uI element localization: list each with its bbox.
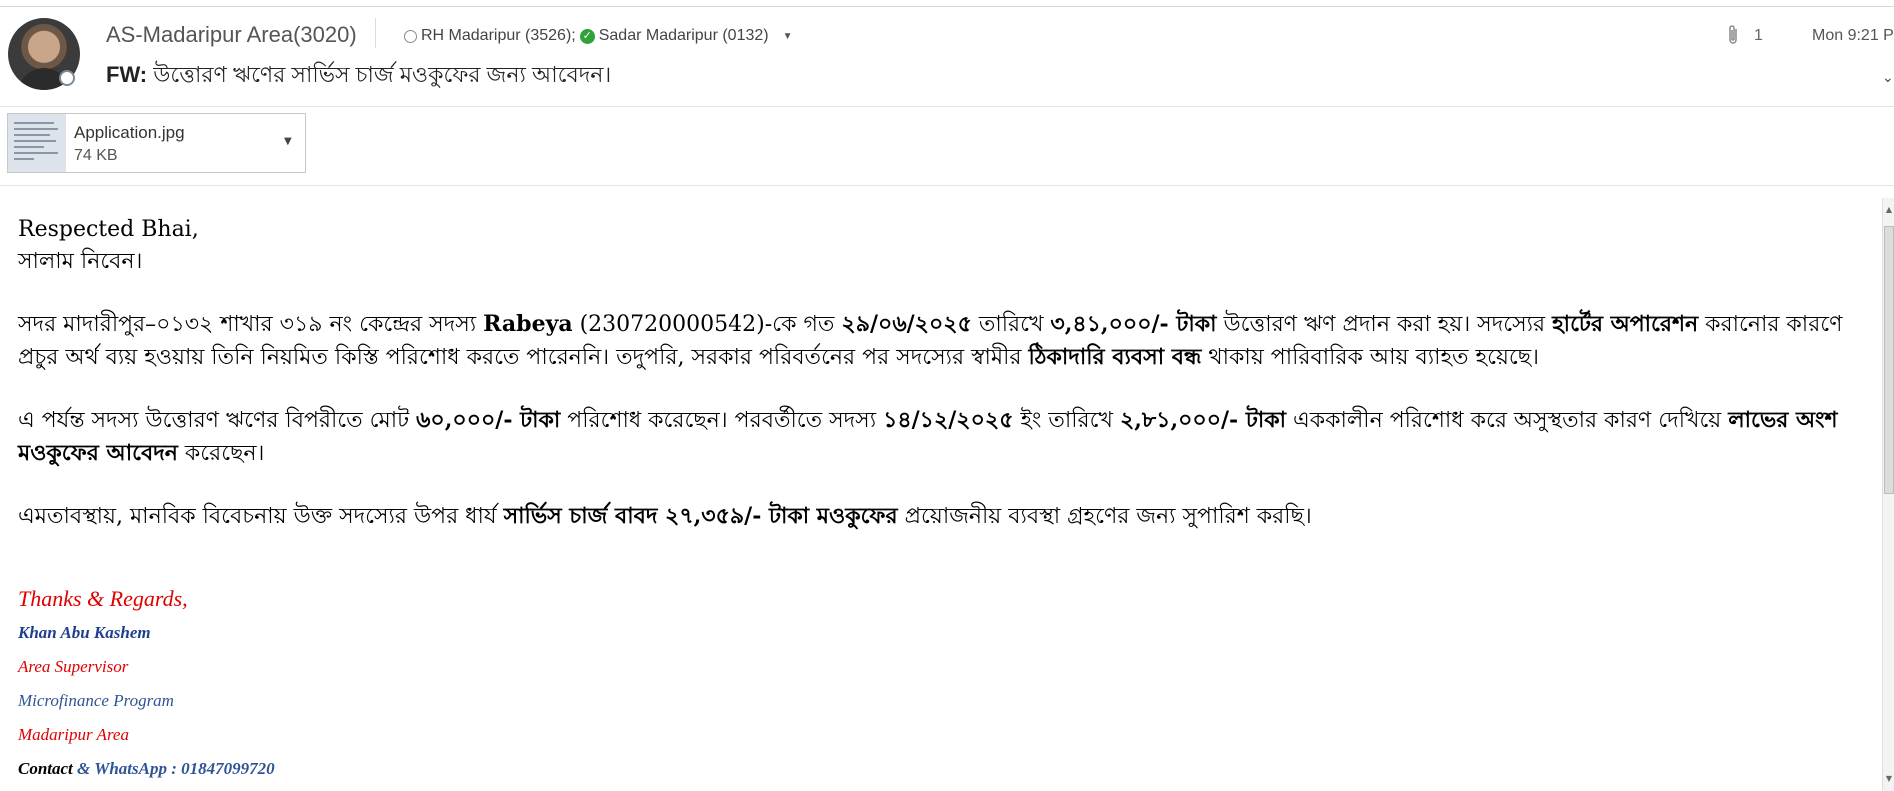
scroll-up-icon[interactable]: ▲ [1883,198,1894,222]
body-paragraph-2: এ পর্যন্ত সদস্য উত্তোরণ ঋণের বিপরীতে মোট… [18,404,1878,470]
signature-thanks: Thanks & Regards, [18,586,188,611]
signature-name: Khan Abu Kashem [18,623,151,642]
p3-segment: এমতাবস্থায়, মানবিক বিবেচনায় উক্ত সদস্য… [18,504,504,529]
chevron-down-icon[interactable]: ▼ [783,31,793,42]
recipient-2[interactable]: Sadar Madaripur (0132) [599,27,769,45]
vertical-scrollbar[interactable]: ▲ ▼ [1882,198,1894,791]
p1-segment: হার্টের অপারেশন [1552,311,1699,337]
paperclip-icon [1726,24,1740,51]
body-paragraph-1: সদর মাদারীপুর–০১৩২ শাখার ৩১৯ নং কেন্দ্রে… [18,308,1878,374]
header-divider [0,185,1894,186]
p1-segment: থাকায় পারিবারিক আয় ব্যাহত হয়েছে। [1201,345,1539,370]
signature-program: Microfinance Program [18,691,174,710]
available-status-icon: ✓ [579,28,595,44]
attachment-size: 74 KB [74,147,118,164]
recipient-list: RH Madaripur (3526); ✓ Sadar Madaripur (… [404,27,793,45]
offline-status-icon [404,29,417,43]
p3-segment: সার্ভিস চার্জ বাবদ ২৭,৩৫৯/- টাকা মওকুফের [503,503,898,529]
attachment-card[interactable]: Application.jpg 74 KB ▼ [7,113,306,173]
signature-area: Madaripur Area [18,725,129,744]
attachment-thumbnail [8,114,66,172]
attachment-name: Application.jpg [74,123,185,142]
greeting-bangla: সালাম নিবেন। [18,249,143,274]
p1-segment: Rabeya [483,311,573,337]
greeting-english: Respected Bhai, [18,217,199,242]
p1-segment: সদর মাদারীপুর–০১৩২ শাখার ৩১৯ নং কেন্দ্রে… [18,312,484,337]
signature-contact: Contact & WhatsApp : 01847099720 [18,752,275,786]
sender-name[interactable]: AS-Madaripur Area(3020) [106,22,357,48]
p2-segment: করেছেন। [177,441,265,466]
attachment-dropdown-icon[interactable]: ▼ [284,136,292,147]
p2-segment: ইং তারিখে [1013,408,1120,433]
subject-text: উত্তোরণ ঋণের সার্ভিস চার্জ মওকুফের জন্য … [153,62,612,87]
p1-segment: (230720000542)-কে গত [572,312,842,337]
received-datetime: Mon 9:21 PM [1812,27,1894,44]
p1-segment: উত্তোরণ ঋণ প্রদান করা হয়। সদস্যের [1216,312,1553,337]
p2-segment: পরিশোধ করেছেন। পরবর্তীতে সদস্য [560,408,884,433]
attachment-count: 1 [1754,27,1763,44]
p1-segment: ঠিকাদারি ব্যবসা বন্ধ [1028,344,1202,370]
presence-status-icon [59,70,75,86]
p2-segment: ১৪/১২/২০২৫ [883,407,1014,433]
p2-segment: ২,৮১,০০০/- টাকা [1119,407,1286,433]
contact-number[interactable]: & WhatsApp : 01847099720 [77,759,275,778]
email-signature: Thanks & Regards, Khan Abu Kashem Area S… [18,582,275,786]
scroll-down-icon[interactable]: ▼ [1883,767,1894,791]
scroll-thumb[interactable] [1884,226,1894,494]
email-subject: FW: উত্তোরণ ঋণের সার্ভিস চার্জ মওকুফের জ… [106,58,611,95]
p1-segment: তারিখে [971,312,1051,337]
p2-segment: এককালীন পরিশোধ করে অসুস্থতার কারণ দেখিয়… [1286,408,1729,433]
recipient-1[interactable]: RH Madaripur (3526); [421,27,576,45]
expand-chevron-icon[interactable]: ⌄ [1882,70,1894,86]
p3-segment: প্রয়োজনীয় ব্যবস্থা গ্রহণের জন্য সুপারি… [897,504,1312,529]
subject-prefix: FW: [106,62,148,87]
header-separator [375,18,376,48]
email-header: AS-Madaripur Area(3020) RH Madaripur (35… [0,6,1894,107]
email-body: Respected Bhai, সালাম নিবেন। সদর মাদারীপ… [18,214,1878,533]
body-paragraph-3: এমতাবস্থায়, মানবিক বিবেচনায় উক্ত সদস্য… [18,500,1878,533]
p1-segment: ২৯/০৬/২০২৫ [841,311,972,337]
p2-segment: ৬০,০০০/- টাকা [416,407,561,433]
p2-segment: এ পর্যন্ত সদস্য উত্তোরণ ঋণের বিপরীতে মোট [18,408,417,433]
p1-segment: ৩,৪১,০০০/- টাকা [1050,311,1217,337]
contact-label: Contact [18,759,73,778]
signature-title: Area Supervisor [18,657,129,676]
